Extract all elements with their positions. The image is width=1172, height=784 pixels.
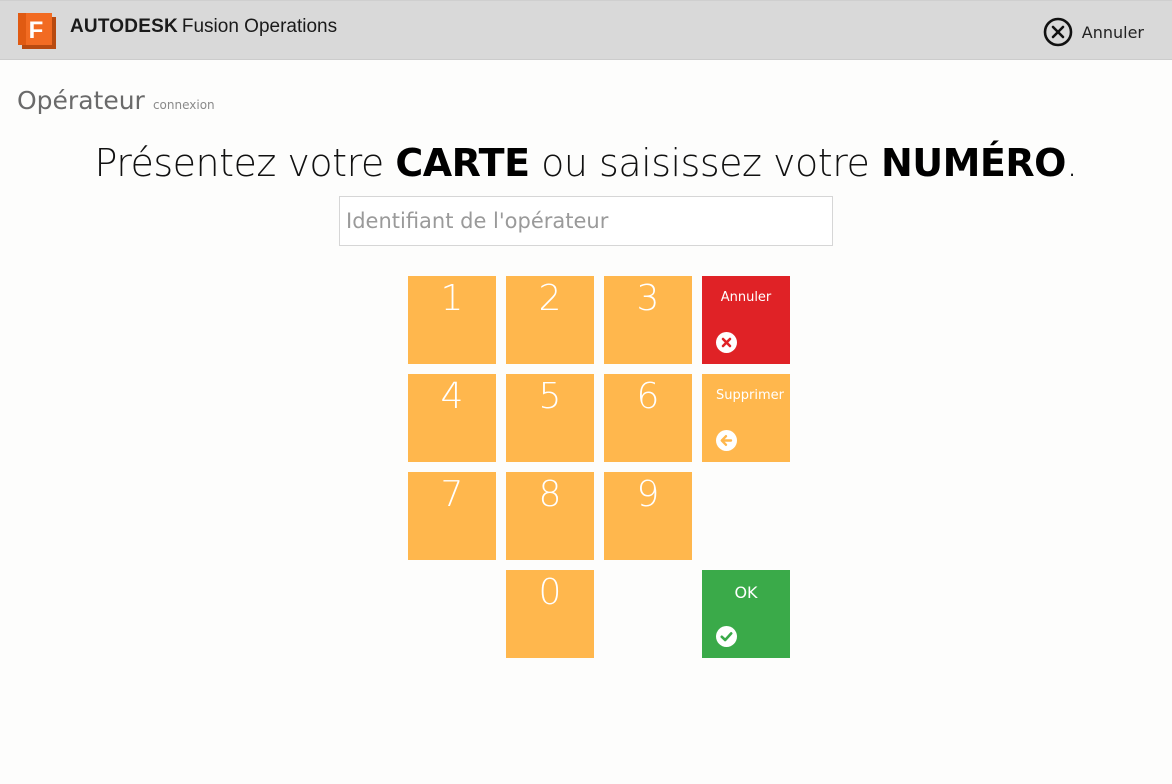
operator-id-input[interactable] (339, 196, 833, 246)
logo-letter: F (29, 17, 44, 44)
brand-bold: AUTODESK (70, 16, 178, 37)
brand-product: Fusion Operations (181, 16, 338, 37)
key-4-label: 4 (440, 376, 464, 417)
fusion-logo-icon: F (18, 13, 56, 49)
brand-name: AUTODESK Fusion Operations (70, 16, 337, 38)
instruction-part1: Présentez votre (94, 141, 396, 185)
header-cancel-label: Annuler (1081, 22, 1144, 42)
keypad-ok-button[interactable]: OK (702, 570, 790, 658)
header-cancel-button[interactable]: Annuler (1043, 17, 1144, 47)
key-9-label: 9 (636, 474, 660, 515)
key-1-label: 1 (440, 278, 464, 319)
key-0[interactable]: 0 (506, 570, 594, 658)
keypad-delete-label: Supprimer (716, 388, 784, 403)
keypad-cancel-button[interactable]: Annuler (702, 276, 790, 364)
key-9[interactable]: 9 (604, 472, 692, 560)
page-title: Opérateur connexion (17, 86, 215, 115)
key-2[interactable]: 2 (506, 276, 594, 364)
key-0-label: 0 (538, 572, 562, 613)
top-bar: F AUTODESK Fusion Operations Annuler (0, 0, 1172, 60)
instruction-number: NUMÉRO (880, 141, 1067, 185)
keypad-cancel-label: Annuler (720, 290, 772, 305)
keypad-ok-label: OK (734, 583, 758, 602)
key-3[interactable]: 3 (604, 276, 692, 364)
instruction-part2: ou saisissez votre (529, 141, 881, 185)
key-6[interactable]: 6 (604, 374, 692, 462)
close-circle-icon (1043, 17, 1073, 47)
check-circle-icon (716, 626, 737, 647)
key-5[interactable]: 5 (506, 374, 594, 462)
close-circle-icon (716, 332, 737, 353)
page-title-text: Opérateur (17, 86, 145, 115)
keypad-delete-button[interactable]: Supprimer (702, 374, 790, 462)
key-7[interactable]: 7 (408, 472, 496, 560)
instruction-card: CARTE (395, 141, 530, 185)
key-6-label: 6 (636, 376, 660, 417)
page-subtitle: connexion (152, 98, 215, 112)
instruction-part3: . (1065, 141, 1078, 185)
key-7-label: 7 (440, 474, 464, 515)
key-5-label: 5 (538, 376, 562, 417)
arrow-left-circle-icon (716, 430, 737, 451)
key-8[interactable]: 8 (506, 472, 594, 560)
key-8-label: 8 (538, 474, 562, 515)
key-4[interactable]: 4 (408, 374, 496, 462)
key-3-label: 3 (636, 278, 660, 319)
key-2-label: 2 (538, 278, 562, 319)
key-1[interactable]: 1 (408, 276, 496, 364)
login-instruction: Présentez votre CARTE ou saisissez votre… (0, 141, 1172, 185)
